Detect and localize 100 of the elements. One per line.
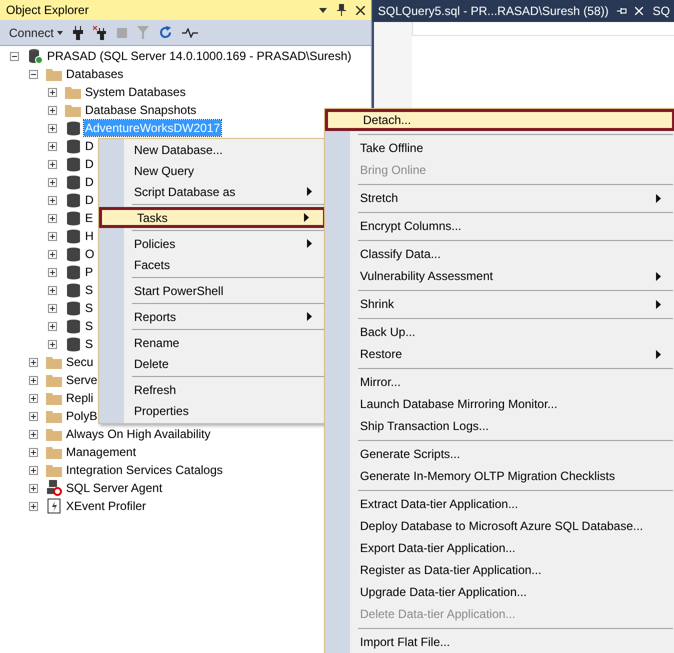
collapse-icon[interactable] xyxy=(29,70,38,78)
tree-item[interactable]: D xyxy=(84,174,95,190)
expand-icon[interactable] xyxy=(48,322,57,330)
database-icon xyxy=(66,174,80,190)
expand-icon[interactable] xyxy=(48,304,57,312)
tree-item[interactable]: S xyxy=(84,336,94,352)
collapse-icon[interactable] xyxy=(10,52,19,60)
menu-item[interactable]: Register as Data-tier Application... xyxy=(325,559,674,581)
tree-item[interactable]: PRASAD (SQL Server 14.0.1000.169 - PRASAD\Suresh) xyxy=(46,48,352,64)
menu-item[interactable]: Launch Database Mirroring Monitor... xyxy=(325,393,674,415)
tree-item[interactable]: Always On High Availability xyxy=(65,426,212,442)
menu-item[interactable]: Rename xyxy=(99,332,326,353)
expand-icon[interactable] xyxy=(48,142,57,150)
menu-item[interactable]: New Database... xyxy=(99,139,326,160)
expand-icon[interactable] xyxy=(29,448,38,456)
submenu-caret-icon xyxy=(656,194,661,202)
expand-icon[interactable] xyxy=(29,466,38,474)
menu-item[interactable]: Properties xyxy=(99,400,326,421)
expand-icon[interactable] xyxy=(48,124,57,132)
menu-item[interactable]: Shrink xyxy=(325,293,674,315)
menu-item[interactable]: Detach... xyxy=(325,109,674,131)
menu-item[interactable]: Generate In-Memory OLTP Migration Checklists xyxy=(325,465,674,487)
tree-item[interactable]: SQL Server Agent xyxy=(65,480,164,496)
tree-item[interactable]: P xyxy=(84,264,94,280)
tree-item[interactable]: Serve xyxy=(65,372,98,388)
menu-item[interactable]: Mirror... xyxy=(325,371,674,393)
menu-item[interactable]: Facets xyxy=(99,254,326,275)
expand-icon[interactable] xyxy=(48,160,57,168)
expand-icon[interactable] xyxy=(48,340,57,348)
menu-item[interactable]: Start PowerShell xyxy=(99,280,326,301)
tree-item[interactable]: D xyxy=(84,138,95,154)
tree-item[interactable]: Secu xyxy=(65,354,94,370)
activity-icon[interactable] xyxy=(182,28,198,38)
tree-item[interactable]: Integration Services Catalogs xyxy=(65,462,224,478)
menu-item[interactable]: Export Data-tier Application... xyxy=(325,537,674,559)
dropdown-icon[interactable] xyxy=(318,8,327,12)
tree-item[interactable]: E xyxy=(84,210,94,226)
menu-item[interactable]: Classify Data... xyxy=(325,243,674,265)
pin-icon[interactable] xyxy=(616,7,627,15)
expand-icon[interactable] xyxy=(48,88,57,96)
close-icon[interactable] xyxy=(356,6,365,14)
menu-item[interactable]: Upgrade Data-tier Application... xyxy=(325,581,674,603)
tree-item[interactable]: S xyxy=(84,318,94,334)
pin-icon[interactable] xyxy=(336,4,346,16)
event-log-icon xyxy=(47,498,61,514)
menu-item[interactable]: Extract Data-tier Application... xyxy=(325,493,674,515)
expand-icon[interactable] xyxy=(48,268,57,276)
expand-icon[interactable] xyxy=(29,412,38,420)
expand-icon[interactable] xyxy=(48,196,57,204)
tree-item[interactable]: H xyxy=(84,228,95,244)
menu-item[interactable]: Refresh xyxy=(99,379,326,400)
tree-item[interactable]: Repli xyxy=(65,390,94,406)
dropdown-icon xyxy=(56,30,63,34)
expand-icon[interactable] xyxy=(48,250,57,258)
menu-item[interactable]: Encrypt Columns... xyxy=(325,215,674,237)
menu-item[interactable]: Ship Transaction Logs... xyxy=(325,415,674,437)
expand-icon[interactable] xyxy=(48,286,57,294)
expand-icon[interactable] xyxy=(29,358,38,366)
menu-item[interactable]: Restore xyxy=(325,343,674,365)
tree-item[interactable]: O xyxy=(84,246,96,262)
expand-icon[interactable] xyxy=(48,106,57,114)
menu-item[interactable]: Delete xyxy=(99,353,326,374)
refresh-icon[interactable] xyxy=(158,26,172,39)
menu-item[interactable]: Stretch xyxy=(325,187,674,209)
tree-item[interactable]: XEvent Profiler xyxy=(65,498,148,514)
expand-icon[interactable] xyxy=(48,178,57,186)
tree-item[interactable]: PolyB xyxy=(65,408,98,424)
expand-icon[interactable] xyxy=(48,232,57,240)
menu-item[interactable]: Reports xyxy=(99,306,326,327)
menu-item[interactable]: Tasks xyxy=(99,207,326,228)
folder-icon xyxy=(46,446,62,458)
tree-item[interactable]: Databases xyxy=(65,66,124,82)
plug-icon[interactable] xyxy=(72,26,83,40)
disconnect-icon[interactable] xyxy=(92,26,107,40)
menu-item[interactable]: Deploy Database to Microsoft Azure SQL Database... xyxy=(325,515,674,537)
tree-item[interactable]: D xyxy=(84,156,95,172)
expand-icon[interactable] xyxy=(29,430,38,438)
tree-item[interactable]: S xyxy=(84,300,94,316)
menu-item[interactable]: Import Flat File... xyxy=(325,631,674,653)
editor-tab[interactable]: SQLQuery5.sql - PR...RASAD\Suresh (58)) xyxy=(372,0,647,22)
expand-icon[interactable] xyxy=(29,394,38,402)
tree-item[interactable]: Management xyxy=(65,444,138,460)
expand-icon[interactable] xyxy=(48,214,57,222)
database-icon xyxy=(66,300,80,316)
tree-item[interactable]: D xyxy=(84,192,95,208)
menu-item[interactable]: Generate Scripts... xyxy=(325,443,674,465)
expand-icon[interactable] xyxy=(29,502,38,510)
menu-item[interactable]: Take Offline xyxy=(325,137,674,159)
expand-icon[interactable] xyxy=(29,376,38,384)
menu-item[interactable]: Policies xyxy=(99,233,326,254)
expand-icon[interactable] xyxy=(29,484,38,492)
connect-button[interactable]: Connect xyxy=(9,24,63,42)
menu-item[interactable]: Back Up... xyxy=(325,321,674,343)
menu-item[interactable]: New Query xyxy=(99,160,326,181)
tree-item[interactable]: System Databases xyxy=(84,84,187,100)
menu-item[interactable]: Vulnerability Assessment xyxy=(325,265,674,287)
menu-item[interactable]: Script Database as xyxy=(99,181,326,202)
tree-item[interactable]: Database Snapshots xyxy=(84,102,198,118)
editor-tab[interactable]: SQ xyxy=(646,0,674,22)
tree-item[interactable]: S xyxy=(84,282,94,298)
